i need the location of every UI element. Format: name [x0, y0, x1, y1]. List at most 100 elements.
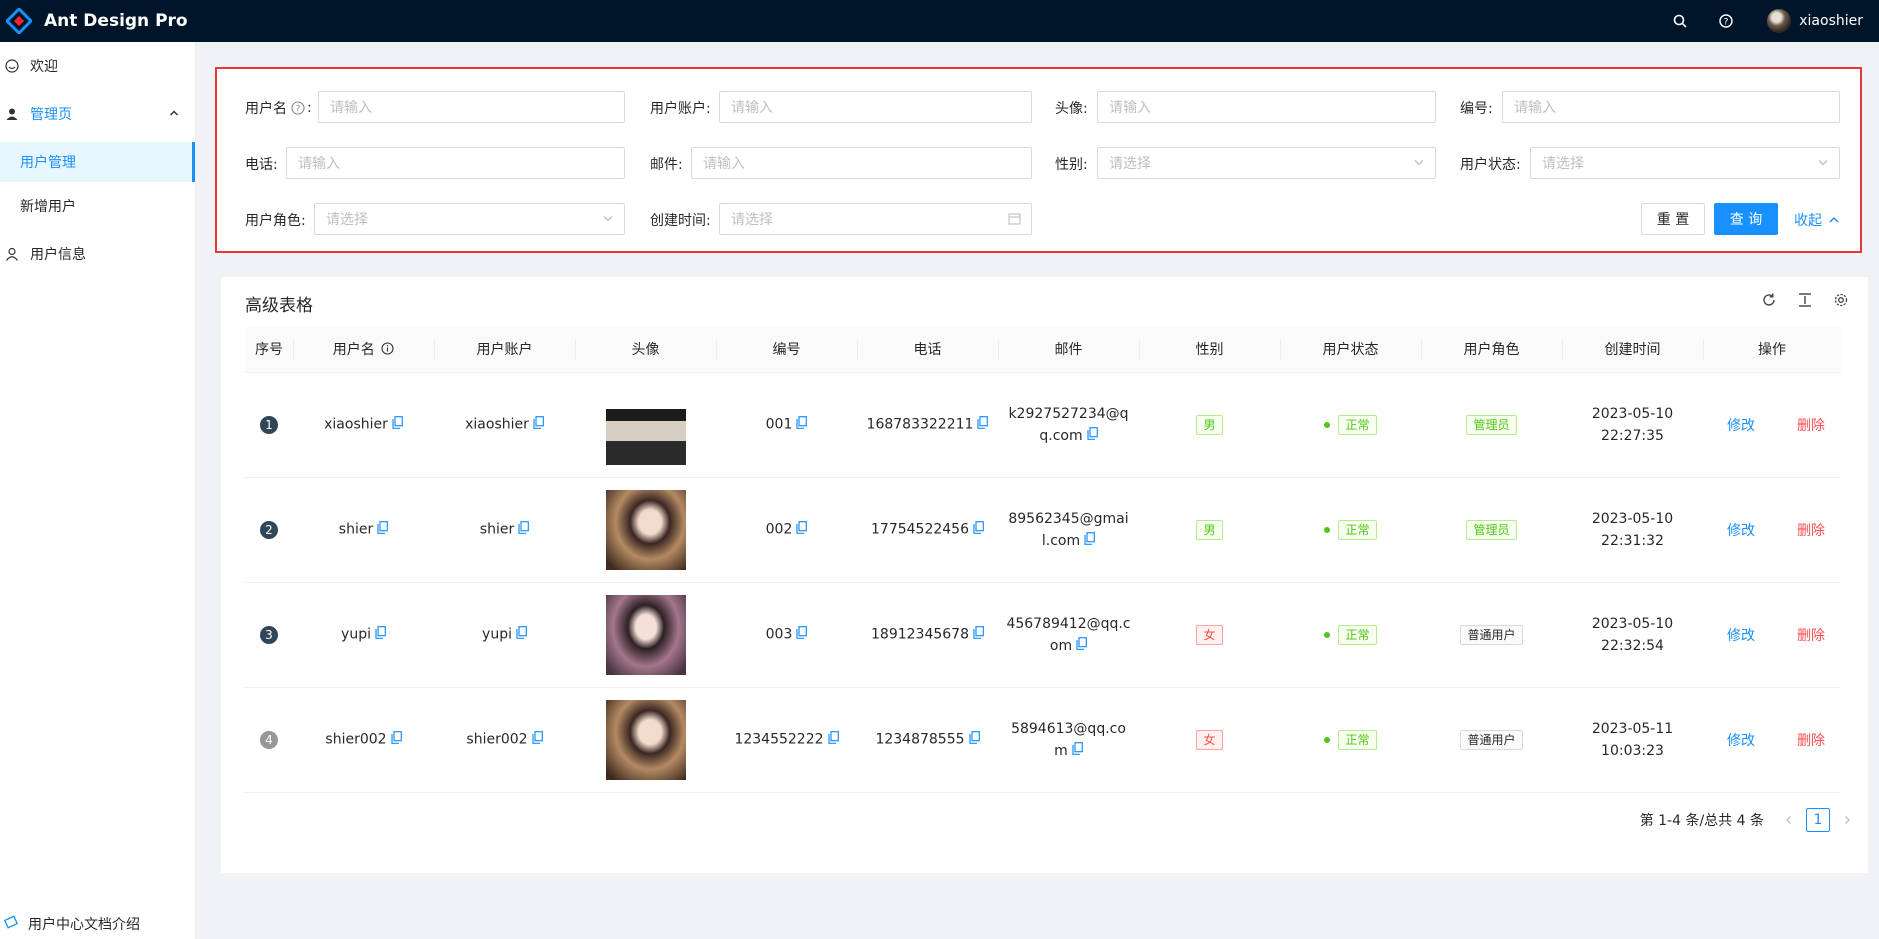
avatar-image[interactable] — [605, 384, 686, 465]
user-table: 序号 用户名 用户账户 头像 编号 电话 邮件 性别 用户状态 用户角色 创建时… — [245, 327, 1841, 793]
account-input[interactable]: 请输入 — [719, 91, 1032, 123]
copy-icon[interactable] — [1084, 530, 1096, 552]
ant-design-logo-icon — [6, 8, 32, 34]
status-tag: 正常 — [1338, 729, 1377, 750]
delete-link[interactable]: 删除 — [1797, 730, 1825, 750]
question-circle-icon[interactable]: ? — [291, 101, 305, 115]
copy-icon[interactable] — [518, 521, 530, 538]
delete-link[interactable]: 删除 — [1797, 520, 1825, 540]
created-date-picker[interactable]: 请选择 — [719, 203, 1032, 235]
reset-button[interactable]: 重 置 — [1641, 203, 1705, 235]
delete-link[interactable]: 删除 — [1797, 625, 1825, 645]
copy-icon[interactable] — [531, 731, 543, 748]
copy-icon[interactable] — [1087, 425, 1098, 447]
setting-icon[interactable] — [1832, 291, 1850, 309]
copy-icon[interactable] — [973, 521, 984, 538]
density-icon[interactable] — [1796, 291, 1814, 309]
role-tag: 管理员 — [1466, 519, 1517, 540]
column-header: 序号 — [245, 327, 293, 373]
help-icon[interactable]: ? — [1709, 0, 1743, 42]
code-cell: 001 — [765, 416, 793, 433]
avatar-image[interactable] — [605, 594, 686, 675]
row-index: 1 — [260, 415, 278, 434]
status-select[interactable]: 请选择 — [1530, 147, 1840, 179]
query-button[interactable]: 查 询 — [1714, 203, 1778, 235]
svg-text:?: ? — [1724, 18, 1729, 28]
chevron-up-icon — [169, 106, 179, 122]
search-icon[interactable] — [1663, 0, 1697, 42]
avatar-image[interactable] — [605, 489, 686, 570]
copy-icon[interactable] — [516, 626, 527, 643]
calendar-icon — [1008, 212, 1021, 229]
user-name[interactable]: xiaoshier — [1799, 13, 1863, 29]
sidebar-item-admin[interactable]: 管理页 — [0, 90, 195, 138]
copy-icon[interactable] — [796, 521, 808, 538]
code-cell: 1234552222 — [734, 731, 824, 748]
phone-cell: 1234878555 — [875, 731, 965, 748]
logo[interactable]: Ant Design Pro — [0, 0, 188, 42]
status-dot — [1324, 421, 1331, 428]
edit-link[interactable]: 修改 — [1727, 520, 1755, 540]
sidebar-item-label: 新增用户 — [20, 199, 76, 215]
copy-icon[interactable] — [1076, 635, 1087, 657]
account-label: 用户账户: — [650, 101, 711, 117]
copy-icon[interactable] — [392, 416, 403, 433]
role-select[interactable]: 请选择 — [314, 203, 625, 235]
copy-icon[interactable] — [977, 416, 989, 433]
phone-cell: 18912345678 — [871, 626, 969, 643]
sidebar-item-user-info[interactable]: 用户信息 — [0, 230, 195, 278]
copy-icon[interactable] — [796, 626, 808, 643]
edit-link[interactable]: 修改 — [1727, 730, 1755, 750]
edit-link[interactable]: 修改 — [1727, 625, 1755, 645]
next-page-icon[interactable] — [1836, 809, 1858, 831]
delete-link[interactable]: 删除 — [1797, 415, 1825, 435]
gender-label: 性别: — [1055, 157, 1088, 173]
edit-link[interactable]: 修改 — [1727, 415, 1755, 435]
status-dot — [1324, 631, 1331, 638]
sidebar-item-add-user[interactable]: 新增用户 — [0, 186, 195, 226]
phone-input[interactable]: 请输入 — [286, 147, 625, 179]
copy-icon[interactable] — [375, 626, 386, 643]
role-tag: 普通用户 — [1460, 729, 1523, 750]
username-cell: xiaoshier — [324, 416, 388, 433]
gender-tag: 女 — [1196, 729, 1223, 750]
collapse-toggle[interactable]: 收起 — [1794, 210, 1840, 230]
role-label: 用户角色: — [245, 213, 306, 229]
email-input[interactable]: 请输入 — [691, 147, 1032, 179]
gender-tag: 男 — [1196, 519, 1223, 540]
user-avatar[interactable] — [1767, 9, 1792, 33]
row-index: 2 — [260, 520, 278, 539]
copy-icon[interactable] — [533, 416, 544, 433]
copy-icon[interactable] — [973, 626, 984, 643]
column-header: 操作 — [1703, 327, 1841, 373]
page-item-current[interactable]: 1 — [1806, 808, 1830, 832]
reload-icon[interactable] — [1760, 291, 1778, 309]
role-tag: 管理员 — [1466, 414, 1517, 435]
phone-cell: 168783322211 — [866, 416, 974, 433]
user-icon — [4, 246, 20, 262]
avatar-image[interactable] — [605, 699, 686, 780]
copy-icon[interactable] — [1072, 740, 1083, 762]
copy-icon[interactable] — [796, 416, 808, 433]
sidebar-item-label: 欢迎 — [30, 59, 58, 75]
username-input[interactable]: 请输入 — [318, 91, 625, 123]
copy-icon[interactable] — [377, 521, 389, 538]
sidebar-item-welcome[interactable]: 欢迎 — [0, 42, 195, 90]
status-tag: 正常 — [1338, 519, 1377, 540]
column-header: 电话 — [857, 327, 998, 373]
column-header: 用户角色 — [1421, 327, 1562, 373]
sidebar-item-user-management[interactable]: 用户管理 — [0, 142, 195, 182]
avatar-input[interactable]: 请输入 — [1097, 91, 1436, 123]
copy-icon[interactable] — [827, 731, 839, 748]
copy-icon[interactable] — [968, 731, 980, 748]
sidebar-doc-link[interactable]: 用户中心文档介绍 — [0, 909, 140, 939]
prev-page-icon[interactable] — [1778, 809, 1800, 831]
username-label: 用户名 ? : — [245, 100, 312, 117]
gender-tag: 男 — [1196, 414, 1223, 435]
created-placeholder: 请选择 — [731, 212, 773, 228]
copy-icon[interactable] — [390, 731, 402, 748]
code-input[interactable]: 请输入 — [1502, 91, 1840, 123]
role-tag: 普通用户 — [1460, 624, 1523, 645]
info-circle-icon[interactable] — [381, 342, 394, 355]
gender-select[interactable]: 请选择 — [1097, 147, 1436, 179]
